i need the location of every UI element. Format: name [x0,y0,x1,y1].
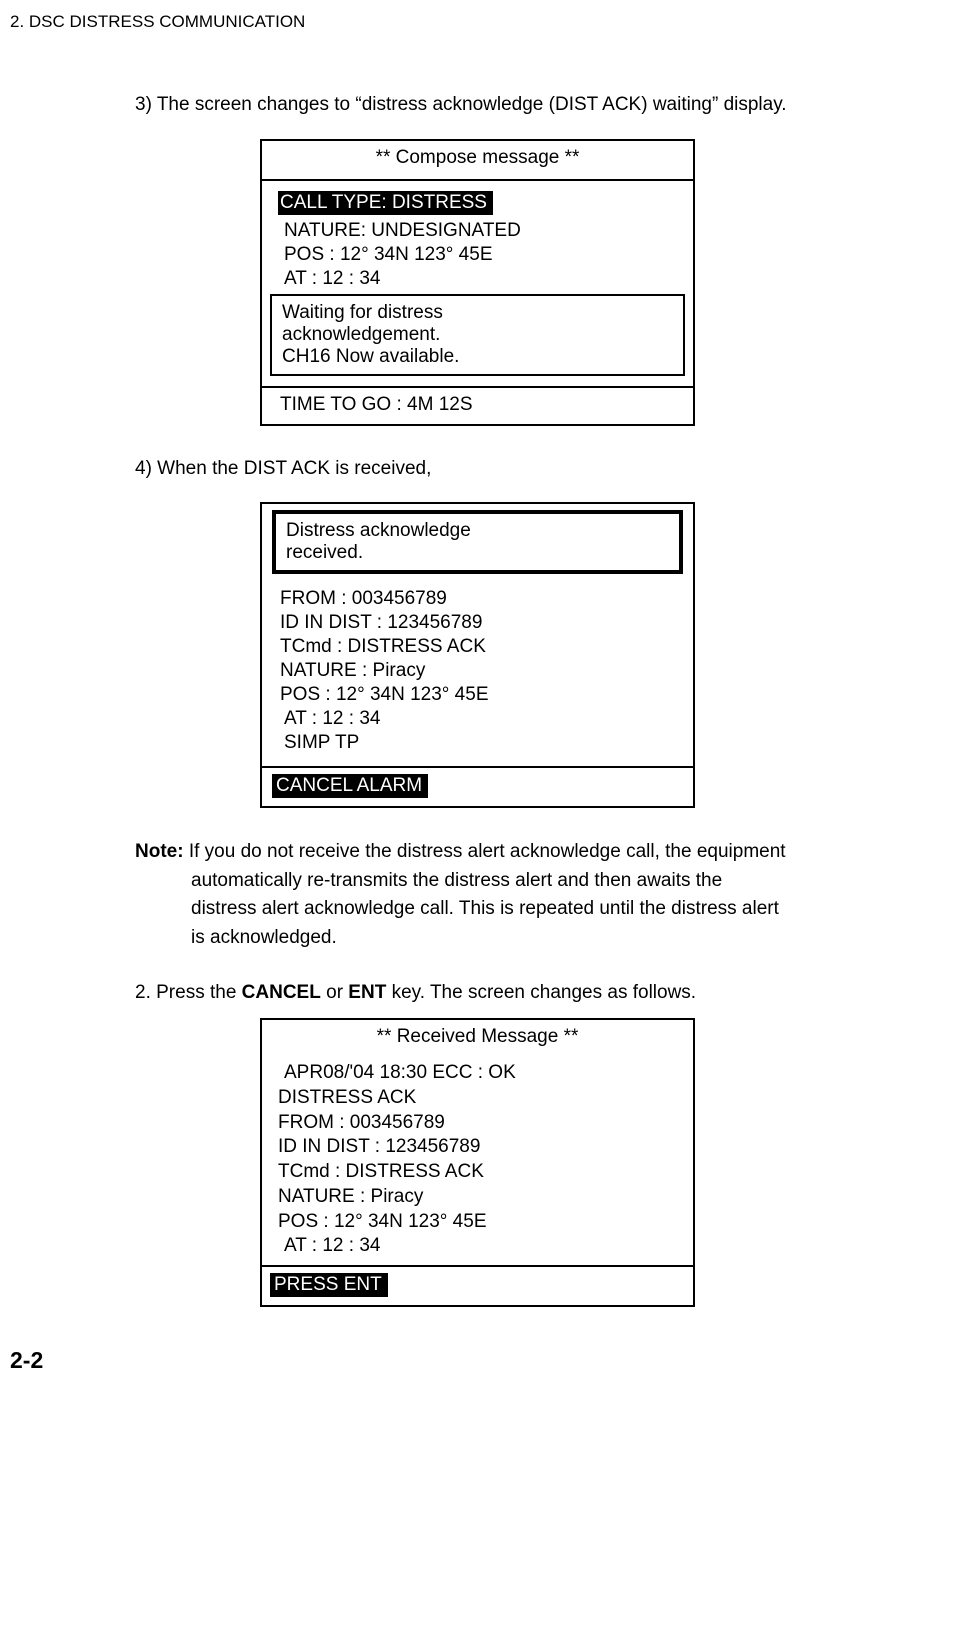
note-line4: is acknowledged. [191,924,962,953]
step-3-text: 3) The screen changes to “distress ackno… [135,92,962,119]
note-line2: automatically re-transmits the distress … [191,867,962,896]
received-message-panel: ** Received Message ** APR08/'04 18:30 E… [260,1018,695,1307]
received-box: Distress acknowledge received. [272,510,683,574]
panel2-from: FROM : 003456789 [278,588,677,610]
panel1-title: ** Compose message ** [262,141,693,181]
recv-line1: Distress acknowledge [286,520,669,542]
panel3-line2: DISTRESS ACK [278,1086,677,1110]
panel1-nature: NATURE: UNDESIGNATED [278,220,677,242]
panel2-footer: CANCEL ALARM [262,766,693,806]
page-number: 2-2 [10,1347,962,1374]
note-block: Note: If you do not receive the distress… [135,838,962,952]
panel3-line7: POS : 12° 34N 123° 45E [278,1210,677,1234]
panel2-nature: NATURE : Piracy [278,660,677,682]
note-label: Note: [135,841,184,862]
panel2-simp: SIMP TP [278,732,677,754]
panel3-line4: ID IN DIST : 123456789 [278,1135,677,1159]
panel2-tcmd: TCmd : DISTRESS ACK [278,636,677,658]
panel1-footer: TIME TO GO : 4M 12S [262,386,693,424]
step-4-text: 4) When the DIST ACK is received, [135,456,962,483]
recv-line2: received. [286,542,669,564]
press-ent-inverse: PRESS ENT [270,1273,388,1297]
compose-message-panel: ** Compose message ** CALL TYPE: DISTRES… [260,139,695,426]
wait-line2: acknowledgement. [282,324,673,346]
ent-key: ENT [348,982,386,1003]
waiting-box: Waiting for distress acknowledgement. CH… [270,294,685,376]
panel1-at: AT : 12 : 34 [278,268,677,290]
cancel-key: CANCEL [242,982,321,1003]
section-header: 2. DSC DISTRESS COMMUNICATION [10,12,962,32]
note-line1: If you do not receive the distress alert… [184,841,786,862]
panel3-line6: NATURE : Piracy [278,1185,677,1209]
panel1-pos: POS : 12° 34N 123° 45E [278,244,677,266]
step-2-instruction: 2. Press the CANCEL or ENT key. The scre… [135,982,962,1004]
call-type-inverse: CALL TYPE: DISTRESS [278,191,493,215]
step2-mid: or [321,982,348,1003]
panel3-line5: TCmd : DISTRESS ACK [278,1160,677,1184]
wait-line3: CH16 Now available. [282,346,673,368]
panel2-pos: POS : 12° 34N 123° 45E [278,684,677,706]
wait-line1: Waiting for distress [282,302,673,324]
panel3-title: ** Received Message ** [262,1020,693,1052]
distress-ack-panel: Distress acknowledge received. FROM : 00… [260,502,695,808]
note-line3: distress alert acknowledge call. This is… [191,895,962,924]
panel3-line3: FROM : 003456789 [278,1111,677,1135]
cancel-alarm-inverse: CANCEL ALARM [272,774,428,798]
panel3-footer: PRESS ENT [262,1265,693,1305]
panel2-idindist: ID IN DIST : 123456789 [278,612,677,634]
panel3-line1: APR08/'04 18:30 ECC : OK [278,1061,677,1085]
step2-post: key. The screen changes as follows. [386,982,696,1003]
step2-pre: 2. Press the [135,982,242,1003]
panel3-line8: AT : 12 : 34 [278,1234,677,1258]
panel2-at: AT : 12 : 34 [278,708,677,730]
